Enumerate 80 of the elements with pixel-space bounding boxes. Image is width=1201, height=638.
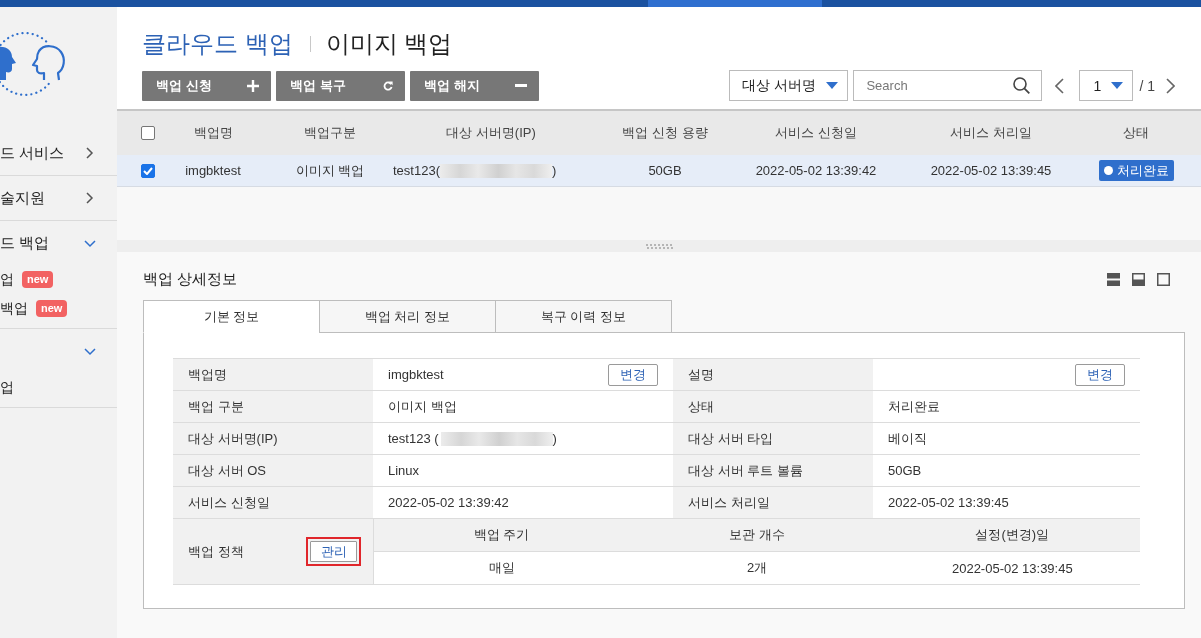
column-header: 서비스 신청일 [775, 124, 857, 142]
table-cell: 50GB [648, 163, 682, 178]
field-label: 서비스 신청일 [173, 487, 373, 519]
chevron-right-icon[interactable] [1166, 77, 1175, 94]
plus-icon [247, 79, 259, 92]
column-header: 상태 [1123, 124, 1149, 142]
column-header: 대상 서버명(IP) [446, 124, 536, 142]
backup-restore-button[interactable]: 백업 복구 [276, 70, 405, 101]
refresh-icon [383, 80, 393, 91]
status-text: 처리완료 [1116, 161, 1169, 180]
field-value: Linux [373, 455, 673, 487]
field-label: 서비스 처리일 [673, 487, 873, 519]
table-cell: 이미지 백업 [295, 161, 365, 180]
column-header: 백업명 [193, 124, 233, 142]
select-all-checkbox[interactable] [140, 126, 155, 140]
row-checkbox[interactable] [140, 163, 155, 178]
table-cell: 2022-05-02 13:39:42 [755, 163, 877, 178]
chevron-left-icon[interactable] [1055, 77, 1065, 94]
search-field[interactable]: Search [853, 70, 1043, 101]
page-total-text: / 1 [1139, 77, 1155, 94]
column-header: 설정(변경)일 [975, 526, 1050, 544]
field-label: 대상 서버명(IP) [173, 423, 373, 455]
column-header: 백업 신청 용량 [622, 124, 708, 142]
tab[interactable]: 복구 이력 정보 [495, 300, 672, 333]
table-cell: 2개 [746, 559, 768, 577]
minus-icon [515, 84, 527, 87]
page-select[interactable]: 1 [1079, 70, 1134, 101]
field-label: 상태 [673, 391, 873, 423]
field-label: 설명 [673, 359, 873, 391]
sidebar-subitem[interactable]: 업 [0, 270, 14, 289]
field-value: 이미지 백업 [373, 391, 673, 423]
backup-cancel-button[interactable]: 백업 해지 [410, 70, 539, 101]
filter-select[interactable]: 대상 서버명 [729, 70, 849, 101]
breadcrumb-link[interactable]: 클라우드 백업 [142, 29, 293, 59]
page-title: 이미지 백업 [325, 29, 453, 59]
table-row[interactable]: imgbktest 이미지 백업 test123( ) 50GB 2022-05-02 13:39:42 2022-05-02 13:39:45 처리완료 [117, 155, 1201, 187]
caret-down-icon [1111, 82, 1124, 89]
caret-down-icon [826, 82, 839, 89]
grip-icon[interactable] [645, 243, 673, 249]
table-cell: 2022-05-02 13:39:45 [951, 560, 1073, 576]
table-cell: 2022-05-02 13:39:45 [930, 163, 1052, 178]
tab[interactable]: 기본 정보 [143, 300, 320, 333]
manage-button[interactable]: 관리 [310, 541, 357, 562]
edit-button[interactable]: 변경 [1075, 363, 1125, 386]
sidebar-item[interactable]: 드 서비스 [0, 131, 117, 175]
tab[interactable]: 백업 처리 정보 [319, 300, 496, 333]
field-label: 백업명 [173, 359, 373, 391]
column-header: 보관 개수 [729, 526, 785, 544]
closing-paren-text: ) [552, 431, 557, 446]
field-value: imgbktest [388, 367, 444, 382]
sidebar-subitem[interactable]: 업 [0, 378, 14, 397]
column-header: 백업구분 [304, 124, 356, 142]
new-badge: new [22, 271, 54, 288]
edit-button[interactable]: 변경 [608, 363, 658, 386]
field-value: 50GB [873, 455, 1140, 487]
field-label: 대상 서버 루트 볼륨 [673, 455, 873, 487]
table-cell: 매일 [488, 559, 515, 577]
sidebar-item[interactable]: 드 백업 [0, 221, 117, 265]
field-value: 베이직 [873, 423, 1140, 455]
backup-request-button[interactable]: 백업 신청 [142, 70, 271, 101]
sidebar-subitem[interactable]: 백업 [0, 299, 28, 318]
column-header: 백업 주기 [473, 526, 530, 544]
server-name-text: test123( [393, 163, 440, 178]
field-value: test123 ( [388, 431, 439, 446]
field-label: 대상 서버 OS [173, 455, 373, 487]
search-icon[interactable] [1013, 77, 1031, 94]
status-dot-icon [1103, 166, 1113, 175]
panel-expanded-icon[interactable] [1157, 272, 1170, 286]
panel-split-icon[interactable] [1132, 272, 1145, 286]
field-label: 백업 구분 [173, 391, 373, 423]
field-label: 백업 정책 [188, 542, 244, 561]
column-header: 서비스 처리일 [950, 124, 1032, 142]
field-value: 처리완료 [873, 391, 1140, 423]
table-cell: imgbktest [185, 163, 241, 178]
panel-collapsed-icon[interactable] [1107, 272, 1120, 286]
field-label: 대상 서버 타입 [673, 423, 873, 455]
closing-paren-text: ) [552, 163, 557, 178]
new-badge: new [36, 300, 68, 317]
sidebar-item[interactable]: 술지원 [0, 176, 117, 220]
section-title: 백업 상세정보 [143, 269, 238, 289]
